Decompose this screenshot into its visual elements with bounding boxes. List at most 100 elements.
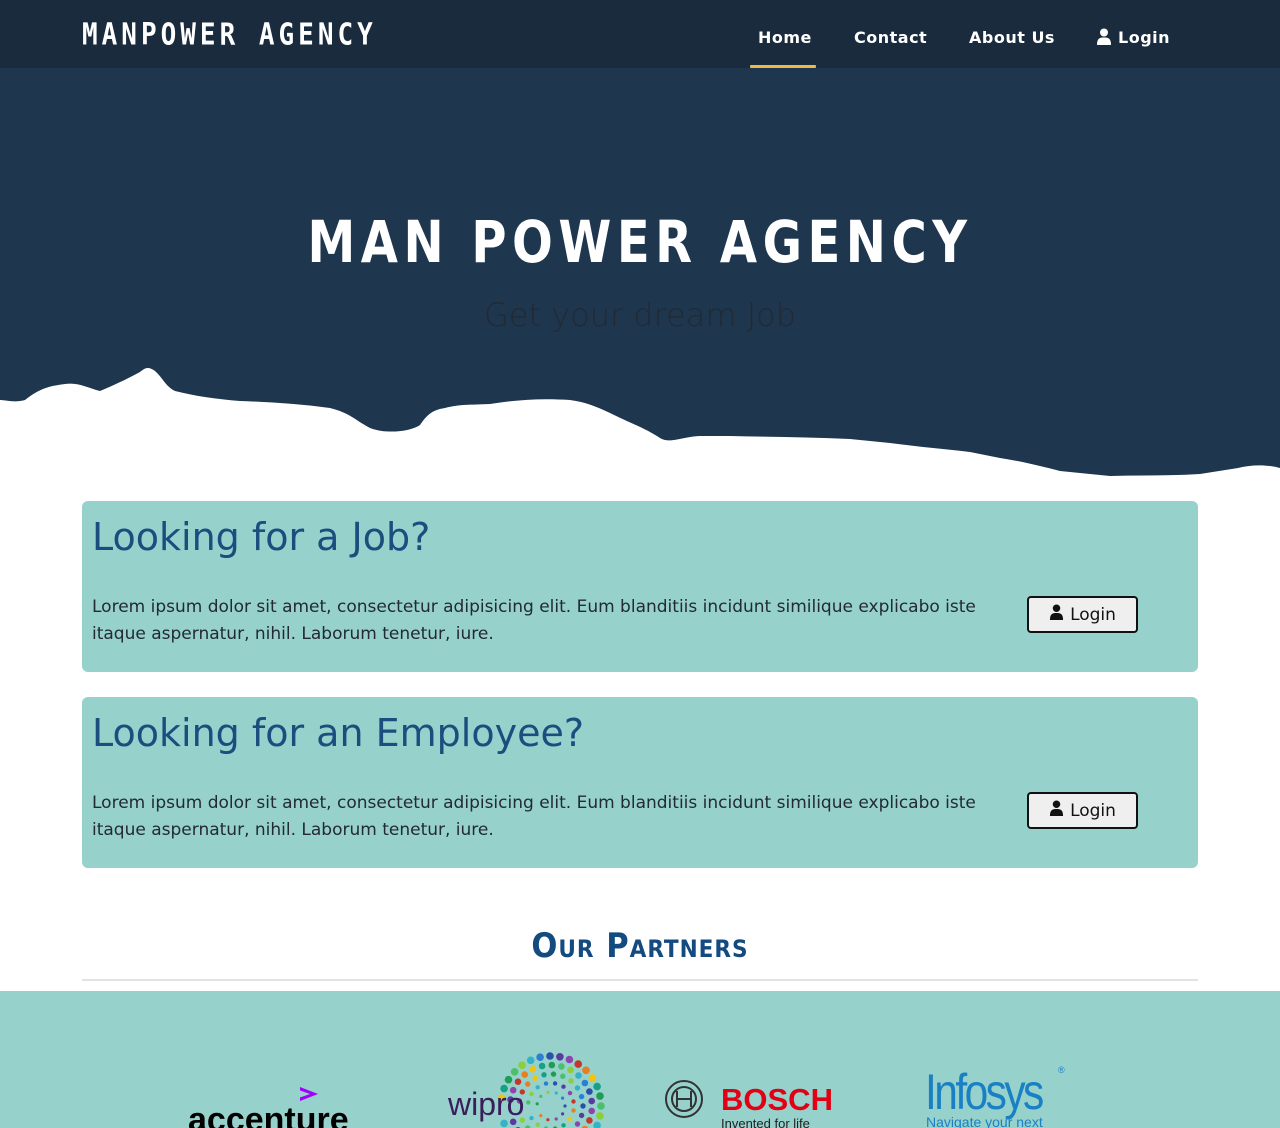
wipro-dot [552, 1081, 558, 1086]
wipro-dot [593, 1121, 601, 1128]
divider [82, 979, 1198, 981]
card-description: Lorem ipsum dolor sit amet, consectetur … [92, 793, 976, 840]
wipro-dot [535, 1122, 540, 1127]
wipro-dot [525, 1081, 531, 1087]
wipro-dot [588, 1074, 597, 1082]
hero-section: MAN POWER AGENCY Get your dream Job [0, 68, 1280, 488]
wipro-dot [578, 1112, 585, 1119]
wipro-logo[interactable]: wipro [446, 1046, 606, 1128]
wipro-dot [563, 1104, 567, 1108]
bosch-tagline: Invented for life [721, 1116, 810, 1128]
wipro-dot [532, 1075, 538, 1081]
nav-login[interactable]: Login [1096, 28, 1170, 49]
employer-login-button[interactable]: Login [1027, 792, 1138, 829]
wipro-dot [578, 1093, 585, 1100]
wipro-dot [535, 1085, 540, 1090]
wipro-dot [535, 1102, 539, 1106]
infosys-logo[interactable]: Infosys ® Navigate your next [925, 1061, 1075, 1128]
wipro-dot [574, 1060, 582, 1068]
nav-home[interactable]: Home [758, 28, 812, 47]
wipro-dot [561, 1112, 565, 1116]
wipro-dot [596, 1112, 604, 1120]
wipro-dot [574, 1085, 581, 1091]
wipro-dot [567, 1066, 574, 1074]
partners-heading: Our Partners [531, 926, 749, 966]
wipro-dot [560, 1073, 566, 1079]
user-icon [1049, 604, 1064, 625]
wipro-dot [565, 1055, 574, 1064]
wipro-dot [586, 1117, 593, 1124]
wipro-dot [550, 1071, 557, 1077]
wipro-dot [538, 1062, 546, 1070]
wipro-dot [558, 1063, 565, 1070]
nav-about-us[interactable]: About Us [969, 28, 1055, 47]
wipro-dot [580, 1103, 586, 1109]
wipro-dot [571, 1099, 576, 1104]
wipro-dot [539, 1094, 543, 1098]
wipro-dot [521, 1071, 528, 1078]
hero-title: MAN POWER AGENCY [307, 208, 973, 276]
wipro-dot [556, 1053, 564, 1061]
wipro-dot [543, 1081, 549, 1086]
card-description: Lorem ipsum dolor sit amet, consectetur … [92, 597, 976, 644]
wipro-dot [575, 1072, 582, 1079]
wipro-dot [526, 1100, 531, 1105]
wipro-dot [581, 1079, 589, 1087]
wipro-dot [561, 1084, 566, 1089]
infosys-tagline: Navigate your next [926, 1114, 1043, 1128]
wipro-dot [504, 1075, 513, 1084]
wipro-dot [561, 1096, 565, 1100]
wipro-dot [541, 1072, 547, 1078]
user-icon [1096, 28, 1112, 49]
wipro-dot [518, 1061, 526, 1069]
wipro-dot [588, 1107, 595, 1115]
wipro-dot [539, 1114, 543, 1118]
wipro-dot [582, 1066, 590, 1075]
navbar: MANPOWER AGENCY Home Contact About Us Lo… [0, 0, 1280, 68]
bosch-wordmark: BOSCH [721, 1082, 833, 1117]
wipro-dot [529, 1115, 534, 1121]
accenture-logo[interactable]: accenture [188, 1083, 388, 1128]
wipro-dot [548, 1061, 556, 1069]
infosys-wordmark: Infosys [925, 1064, 1043, 1120]
wipro-dot [546, 1052, 554, 1060]
wipro-dot [546, 1118, 550, 1122]
wipro-dot [568, 1078, 574, 1084]
wipro-dot [510, 1068, 519, 1076]
wipro-dot [561, 1123, 566, 1128]
wipro-dot [554, 1117, 558, 1121]
user-icon [1049, 800, 1064, 821]
wipro-dot [526, 1056, 535, 1065]
svg-text:®: ® [1058, 1065, 1065, 1075]
hero-mountain-background [0, 68, 1280, 476]
wipro-dot [514, 1078, 522, 1085]
accenture-wordmark: accenture [188, 1101, 349, 1128]
wipro-dot [588, 1097, 595, 1105]
button-label: Login [1070, 800, 1116, 821]
wipro-dot [567, 1090, 573, 1096]
job-login-button[interactable]: Login [1027, 596, 1138, 633]
wipro-dot [546, 1090, 550, 1094]
wipro-dot [597, 1102, 605, 1110]
partners-logo-strip: accenture wipro BOSCH Invented for life … [0, 991, 1280, 1128]
wipro-dot [586, 1088, 593, 1095]
brand-logo[interactable]: MANPOWER AGENCY [82, 18, 377, 53]
wipro-dot [571, 1108, 576, 1113]
nav-contact[interactable]: Contact [854, 28, 927, 47]
bosch-logo[interactable]: BOSCH Invented for life [664, 1077, 844, 1128]
employer-card: Looking for an Employee? Lorem ipsum dol… [82, 697, 1198, 868]
wipro-wordmark: wipro [447, 1086, 524, 1122]
nav-login-label: Login [1118, 28, 1171, 47]
job-seeker-card: Looking for a Job? Lorem ipsum dolor sit… [82, 501, 1198, 672]
wipro-dot [529, 1091, 534, 1097]
hero-subtitle: Get your dream Job [483, 296, 797, 334]
card-title: Looking for a Job? [92, 515, 431, 559]
wipro-dot [574, 1121, 581, 1127]
wipro-dot [567, 1116, 573, 1122]
wipro-dot [593, 1082, 601, 1091]
wipro-dot [596, 1092, 604, 1100]
card-title: Looking for an Employee? [92, 711, 584, 755]
wipro-dot [529, 1065, 537, 1073]
wipro-dot [536, 1053, 544, 1061]
button-label: Login [1070, 604, 1116, 625]
